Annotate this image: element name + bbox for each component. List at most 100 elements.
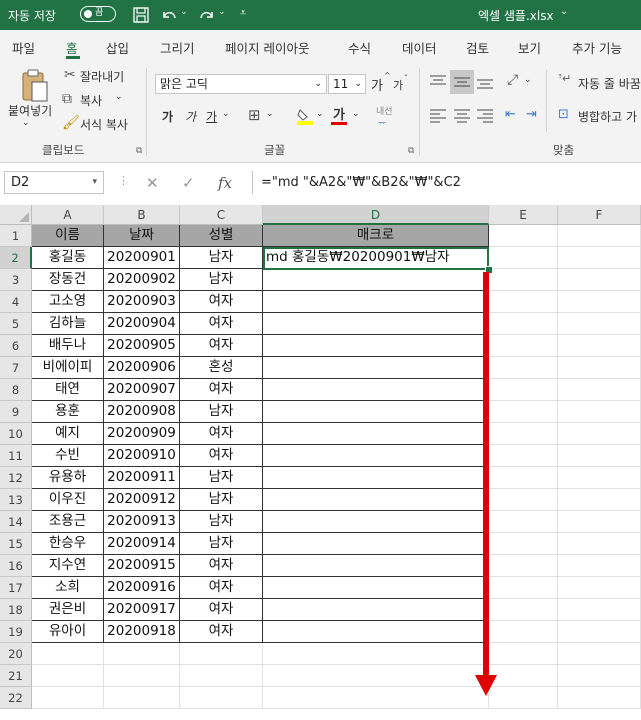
font-color-button[interactable]: 가: [333, 104, 345, 123]
header-cell[interactable]: 매크로: [263, 225, 489, 247]
table-cell[interactable]: [489, 467, 558, 489]
row-header-15[interactable]: 15: [0, 533, 32, 555]
table-cell[interactable]: [558, 335, 641, 357]
align-top-icon[interactable]: [429, 74, 447, 90]
table-cell[interactable]: 예지: [32, 423, 104, 445]
table-cell[interactable]: [263, 445, 489, 467]
row-header-22[interactable]: 22: [0, 687, 32, 709]
table-cell[interactable]: 20200911: [104, 467, 180, 489]
paste-icon[interactable]: [20, 68, 50, 104]
table-cell[interactable]: 여자: [180, 379, 263, 401]
table-cell[interactable]: [489, 533, 558, 555]
table-cell[interactable]: [263, 335, 489, 357]
cut-icon[interactable]: ✂: [64, 67, 76, 83]
copy-dropdown-icon[interactable]: ⌄: [115, 92, 123, 102]
table-cell[interactable]: [489, 511, 558, 533]
header-cell[interactable]: 이름: [32, 225, 104, 247]
select-all-corner[interactable]: [0, 205, 32, 225]
tab-file[interactable]: 파일: [12, 38, 35, 57]
tab-view[interactable]: 보기: [518, 38, 541, 57]
wrap-text-button[interactable]: 자동 줄 바꿈: [578, 75, 641, 92]
table-cell[interactable]: [489, 665, 558, 687]
orientation-dropdown-icon[interactable]: ⌄: [524, 75, 532, 85]
align-center-icon[interactable]: [453, 108, 471, 124]
table-cell[interactable]: 비에이피: [32, 357, 104, 379]
row-header-8[interactable]: 8: [0, 379, 32, 401]
tab-page-layout[interactable]: 페이지 레이아웃: [225, 38, 309, 57]
row-header-5[interactable]: 5: [0, 313, 32, 335]
fill-color-icon[interactable]: [296, 106, 314, 126]
table-cell[interactable]: [489, 313, 558, 335]
table-cell[interactable]: 남자: [180, 269, 263, 291]
table-cell[interactable]: [489, 247, 558, 269]
table-cell[interactable]: [489, 401, 558, 423]
table-cell[interactable]: [263, 511, 489, 533]
table-cell[interactable]: [104, 643, 180, 665]
table-cell[interactable]: [489, 357, 558, 379]
table-cell[interactable]: [263, 291, 489, 313]
table-cell[interactable]: 20200910: [104, 445, 180, 467]
table-cell[interactable]: [263, 401, 489, 423]
align-bottom-icon[interactable]: [476, 74, 494, 90]
table-cell[interactable]: [558, 621, 641, 643]
table-cell[interactable]: [558, 467, 641, 489]
table-cell[interactable]: [489, 555, 558, 577]
table-cell[interactable]: 20200908: [104, 401, 180, 423]
table-cell[interactable]: [489, 335, 558, 357]
table-cell[interactable]: 한승우: [32, 533, 104, 555]
table-cell[interactable]: [558, 555, 641, 577]
table-cell[interactable]: 김하늘: [32, 313, 104, 335]
table-cell[interactable]: 이우진: [32, 489, 104, 511]
row-header-20[interactable]: 20: [0, 643, 32, 665]
table-cell[interactable]: 수빈: [32, 445, 104, 467]
table-cell[interactable]: 여자: [180, 313, 263, 335]
table-cell[interactable]: [180, 643, 263, 665]
table-cell[interactable]: [263, 577, 489, 599]
table-cell[interactable]: [263, 467, 489, 489]
row-header-10[interactable]: 10: [0, 423, 32, 445]
table-cell[interactable]: [558, 357, 641, 379]
tab-addins[interactable]: 추가 기능: [572, 38, 622, 57]
table-cell[interactable]: 20200916: [104, 577, 180, 599]
table-cell[interactable]: [558, 489, 641, 511]
table-cell[interactable]: [263, 313, 489, 335]
table-cell[interactable]: [489, 291, 558, 313]
redo-icon[interactable]: [198, 6, 216, 24]
table-cell[interactable]: [489, 621, 558, 643]
table-cell[interactable]: [263, 533, 489, 555]
table-cell[interactable]: [558, 577, 641, 599]
table-cell[interactable]: 고소영: [32, 291, 104, 313]
tab-insert[interactable]: 삽입: [106, 38, 129, 57]
table-cell[interactable]: [489, 269, 558, 291]
formula-input[interactable]: ="md "&A2&"₩"&B2&"₩"&C2: [252, 171, 641, 194]
paste-dropdown-icon[interactable]: ⌄: [22, 118, 30, 128]
align-middle-icon[interactable]: [453, 74, 471, 90]
table-cell[interactable]: [558, 599, 641, 621]
table-cell[interactable]: 여자: [180, 621, 263, 643]
tab-data[interactable]: 데이터: [402, 38, 437, 57]
table-cell[interactable]: [32, 665, 104, 687]
format-painter-icon[interactable]: 🖌: [62, 115, 80, 131]
row-header-18[interactable]: 18: [0, 599, 32, 621]
table-cell[interactable]: [489, 379, 558, 401]
copy-button[interactable]: 복사: [80, 92, 102, 109]
table-cell[interactable]: [32, 643, 104, 665]
enter-icon[interactable]: ✓: [182, 174, 195, 192]
table-cell[interactable]: [558, 665, 641, 687]
table-cell[interactable]: [489, 577, 558, 599]
wrap-text-icon[interactable]: ꜛ↵: [558, 72, 571, 85]
row-header-7[interactable]: 7: [0, 357, 32, 379]
table-cell[interactable]: 20200914: [104, 533, 180, 555]
table-cell[interactable]: 20200906: [104, 357, 180, 379]
table-cell[interactable]: [558, 687, 641, 709]
table-cell[interactable]: 20200909: [104, 423, 180, 445]
row-header-11[interactable]: 11: [0, 445, 32, 467]
table-cell[interactable]: 20200912: [104, 489, 180, 511]
row-header-12[interactable]: 12: [0, 467, 32, 489]
row-header-3[interactable]: 3: [0, 269, 32, 291]
file-name[interactable]: 엑셀 샘플.xlsx: [478, 7, 554, 24]
table-cell[interactable]: [263, 599, 489, 621]
table-cell[interactable]: 혼성: [180, 357, 263, 379]
table-cell[interactable]: 조용근: [32, 511, 104, 533]
undo-dropdown-icon[interactable]: ⌄: [180, 7, 188, 17]
